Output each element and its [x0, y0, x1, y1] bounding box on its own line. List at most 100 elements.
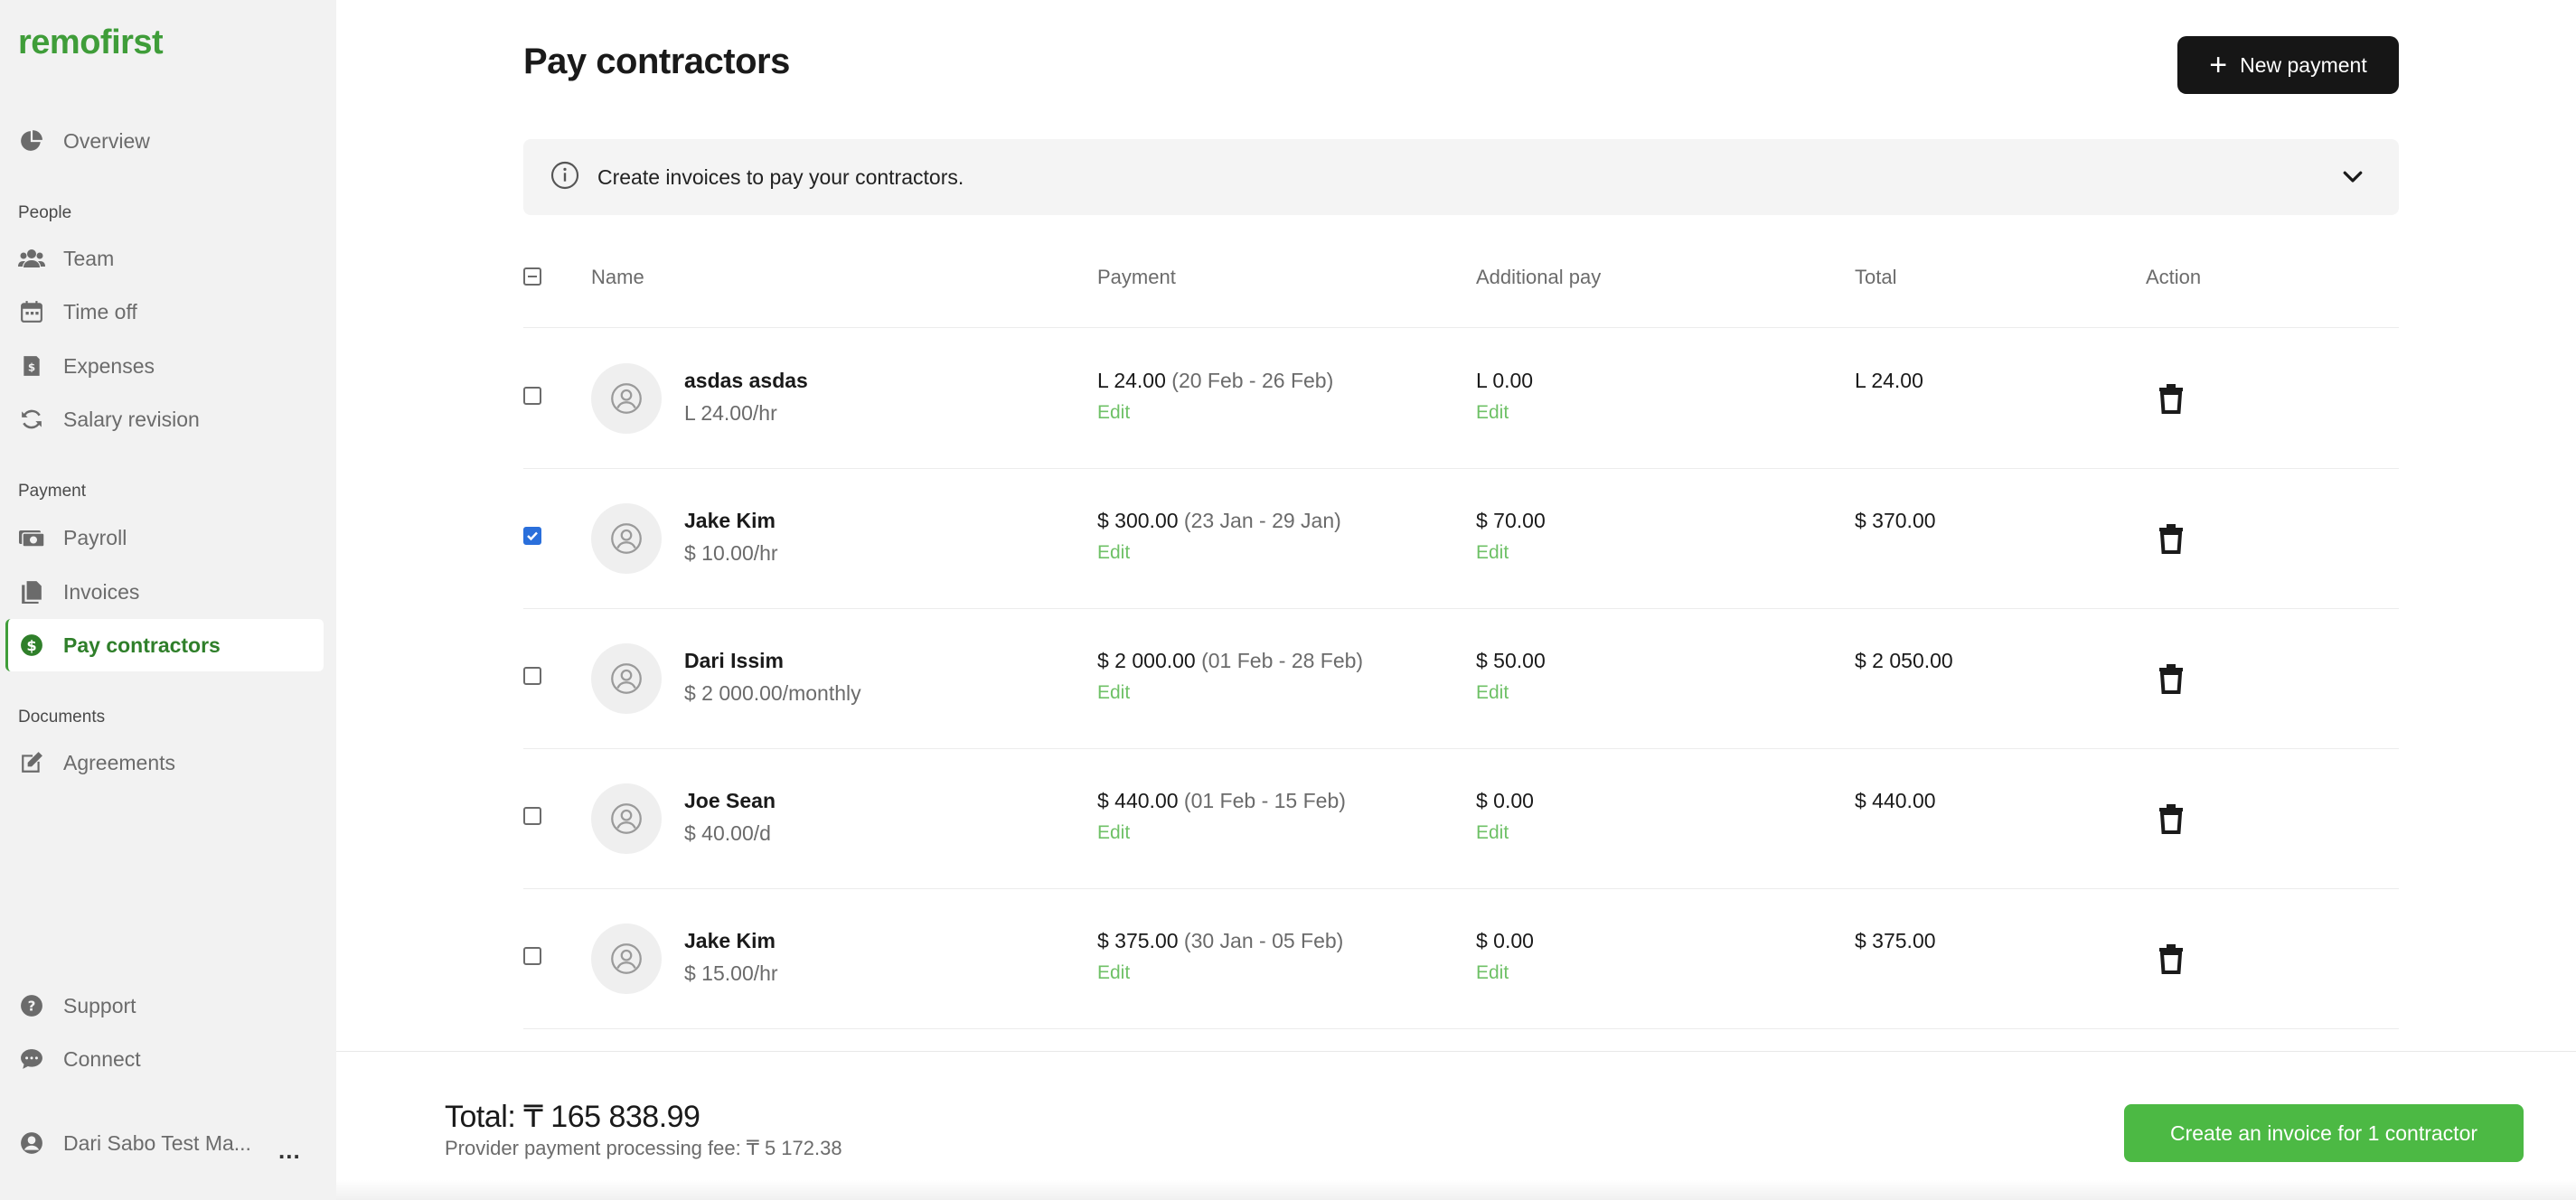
row-checkbox[interactable] [523, 387, 541, 405]
trash-icon[interactable] [2158, 383, 2185, 414]
sidebar-item-team[interactable]: Team [5, 232, 324, 285]
sidebar-item-salary-revision[interactable]: Salary revision [5, 393, 324, 445]
sidebar-item-agreements[interactable]: Agreements [5, 736, 324, 789]
edit-additional-pay-link[interactable]: Edit [1476, 542, 1509, 564]
more-options-icon[interactable]: ... [278, 1137, 301, 1165]
payment-value: $ 375.00 [1097, 929, 1179, 952]
edit-payment-link[interactable]: Edit [1097, 682, 1130, 704]
payment-amount: $ 300.00 (23 Jan - 29 Jan) [1097, 509, 1341, 533]
sidebar-item-label: Team [63, 246, 115, 270]
cash-icon [18, 524, 45, 551]
avatar [591, 783, 662, 854]
total-amount: $ 375.00 [1855, 929, 1936, 952]
total-amount: $ 370.00 [1855, 509, 1936, 532]
additional-pay-amount: $ 0.00 [1476, 789, 1534, 812]
row-checkbox[interactable] [523, 527, 541, 545]
column-header-total: Total [1855, 266, 1897, 288]
chat-icon [18, 1045, 45, 1073]
sidebar-item-label: Salary revision [63, 407, 200, 431]
column-header-action: Action [2146, 266, 2202, 288]
edit-additional-pay-link[interactable]: Edit [1476, 822, 1509, 844]
row-checkbox[interactable] [523, 807, 541, 825]
edit-payment-link[interactable]: Edit [1097, 542, 1130, 564]
new-payment-button[interactable]: + New payment [2177, 36, 2399, 94]
sidebar-item-support[interactable]: ? Support [5, 980, 324, 1032]
row-checkbox[interactable] [523, 947, 541, 965]
contractor-name: asdas asdas [684, 369, 808, 392]
plus-icon: + [2209, 48, 2228, 82]
edit-payment-link[interactable]: Edit [1097, 402, 1130, 424]
user-profile[interactable]: Dari Sabo Test Ma... [18, 1130, 251, 1157]
sidebar-item-expenses[interactable]: $ Expenses [5, 340, 324, 392]
total-amount: L 24.00 [1855, 369, 1923, 392]
chevron-down-icon[interactable] [2339, 163, 2366, 194]
edit-additional-pay-link[interactable]: Edit [1476, 402, 1509, 424]
payment-amount: $ 2 000.00 (01 Feb - 28 Feb) [1097, 649, 1363, 673]
select-all-checkbox[interactable] [523, 267, 541, 286]
info-banner[interactable]: Create invoices to pay your contractors. [523, 139, 2399, 215]
additional-pay-amount: $ 70.00 [1476, 509, 1546, 532]
contractor-name: Joe Sean [684, 789, 776, 812]
contractor-rate: $ 15.00/hr [684, 961, 778, 985]
sidebar-item-pay-contractors[interactable]: $ Pay contractors [5, 619, 324, 671]
sidebar-item-label: Connect [63, 1046, 141, 1071]
section-label-payment: Payment [18, 482, 86, 501]
sidebar-item-time-off[interactable]: Time off [5, 286, 324, 338]
additional-pay-amount: L 0.00 [1476, 369, 1534, 392]
contractor-rate: L 24.00/hr [684, 401, 777, 425]
payment-value: $ 300.00 [1097, 509, 1179, 532]
documents-icon [18, 578, 45, 605]
trash-icon[interactable] [2158, 803, 2185, 834]
check-icon [527, 531, 538, 541]
edit-additional-pay-link[interactable]: Edit [1476, 682, 1509, 704]
user-placeholder-icon [611, 663, 642, 694]
calendar-icon [18, 298, 45, 325]
table-row: Jake Kim $ 10.00/hr $ 300.00 (23 Jan - 2… [523, 469, 2399, 609]
avatar [591, 363, 662, 434]
payment-amount: L 24.00 (20 Feb - 26 Feb) [1097, 369, 1333, 393]
edit-payment-link[interactable]: Edit [1097, 822, 1130, 844]
pie-chart-icon [18, 127, 45, 155]
users-icon [18, 245, 45, 272]
page-title: Pay contractors [523, 42, 790, 81]
payment-period: (30 Jan - 05 Feb) [1183, 929, 1344, 952]
payment-value: L 24.00 [1097, 369, 1166, 392]
trash-icon[interactable] [2158, 523, 2185, 554]
payment-period: (01 Feb - 28 Feb) [1201, 649, 1364, 672]
table-row: Joe Sean $ 40.00/d $ 440.00 (01 Feb - 15… [523, 749, 2399, 889]
sidebar-item-label: Support [63, 993, 136, 1017]
info-icon [550, 161, 579, 194]
edit-additional-pay-link[interactable]: Edit [1476, 962, 1509, 984]
svg-text:$: $ [26, 637, 36, 654]
row-checkbox[interactable] [523, 667, 541, 685]
payment-period: (20 Feb - 26 Feb) [1171, 369, 1334, 392]
payment-amount: $ 375.00 (30 Jan - 05 Feb) [1097, 929, 1343, 953]
edit-payment-link[interactable]: Edit [1097, 962, 1130, 984]
minus-icon [528, 276, 537, 277]
dollar-circle-icon: $ [18, 632, 45, 659]
trash-icon[interactable] [2158, 663, 2185, 694]
trash-icon[interactable] [2158, 943, 2185, 974]
app-root: remofirst Overview People Team Time off … [0, 0, 2576, 1200]
column-header-name: Name [591, 266, 644, 288]
create-invoice-button[interactable]: Create an invoice for 1 contractor [2124, 1104, 2524, 1162]
sidebar: remofirst Overview People Team Time off … [0, 0, 336, 1200]
sidebar-item-connect[interactable]: Connect [5, 1033, 324, 1085]
table-row: Dari Issim $ 2 000.00/monthly $ 2 000.00… [523, 609, 2399, 749]
receipt-icon: $ [18, 352, 45, 380]
footer-shadow [336, 1180, 2576, 1200]
user-name: Dari Sabo Test Ma... [63, 1130, 251, 1155]
sidebar-item-label: Payroll [63, 525, 127, 549]
total-amount: $ 2 050.00 [1855, 649, 1953, 672]
payment-period: (23 Jan - 29 Jan) [1183, 509, 1341, 532]
footer-bar: Total: ₸ 165 838.99 Provider payment pro… [336, 1051, 2576, 1200]
new-payment-label: New payment [2240, 52, 2367, 77]
sidebar-item-invoices[interactable]: Invoices [5, 566, 324, 618]
sidebar-item-overview[interactable]: Overview [5, 115, 324, 167]
svg-text:$: $ [28, 361, 35, 373]
contractor-name: Jake Kim [684, 929, 776, 952]
total-amount: $ 440.00 [1855, 789, 1936, 812]
sidebar-item-payroll[interactable]: Payroll [5, 511, 324, 564]
payment-value: $ 2 000.00 [1097, 649, 1196, 672]
contractor-rate: $ 10.00/hr [684, 541, 778, 565]
